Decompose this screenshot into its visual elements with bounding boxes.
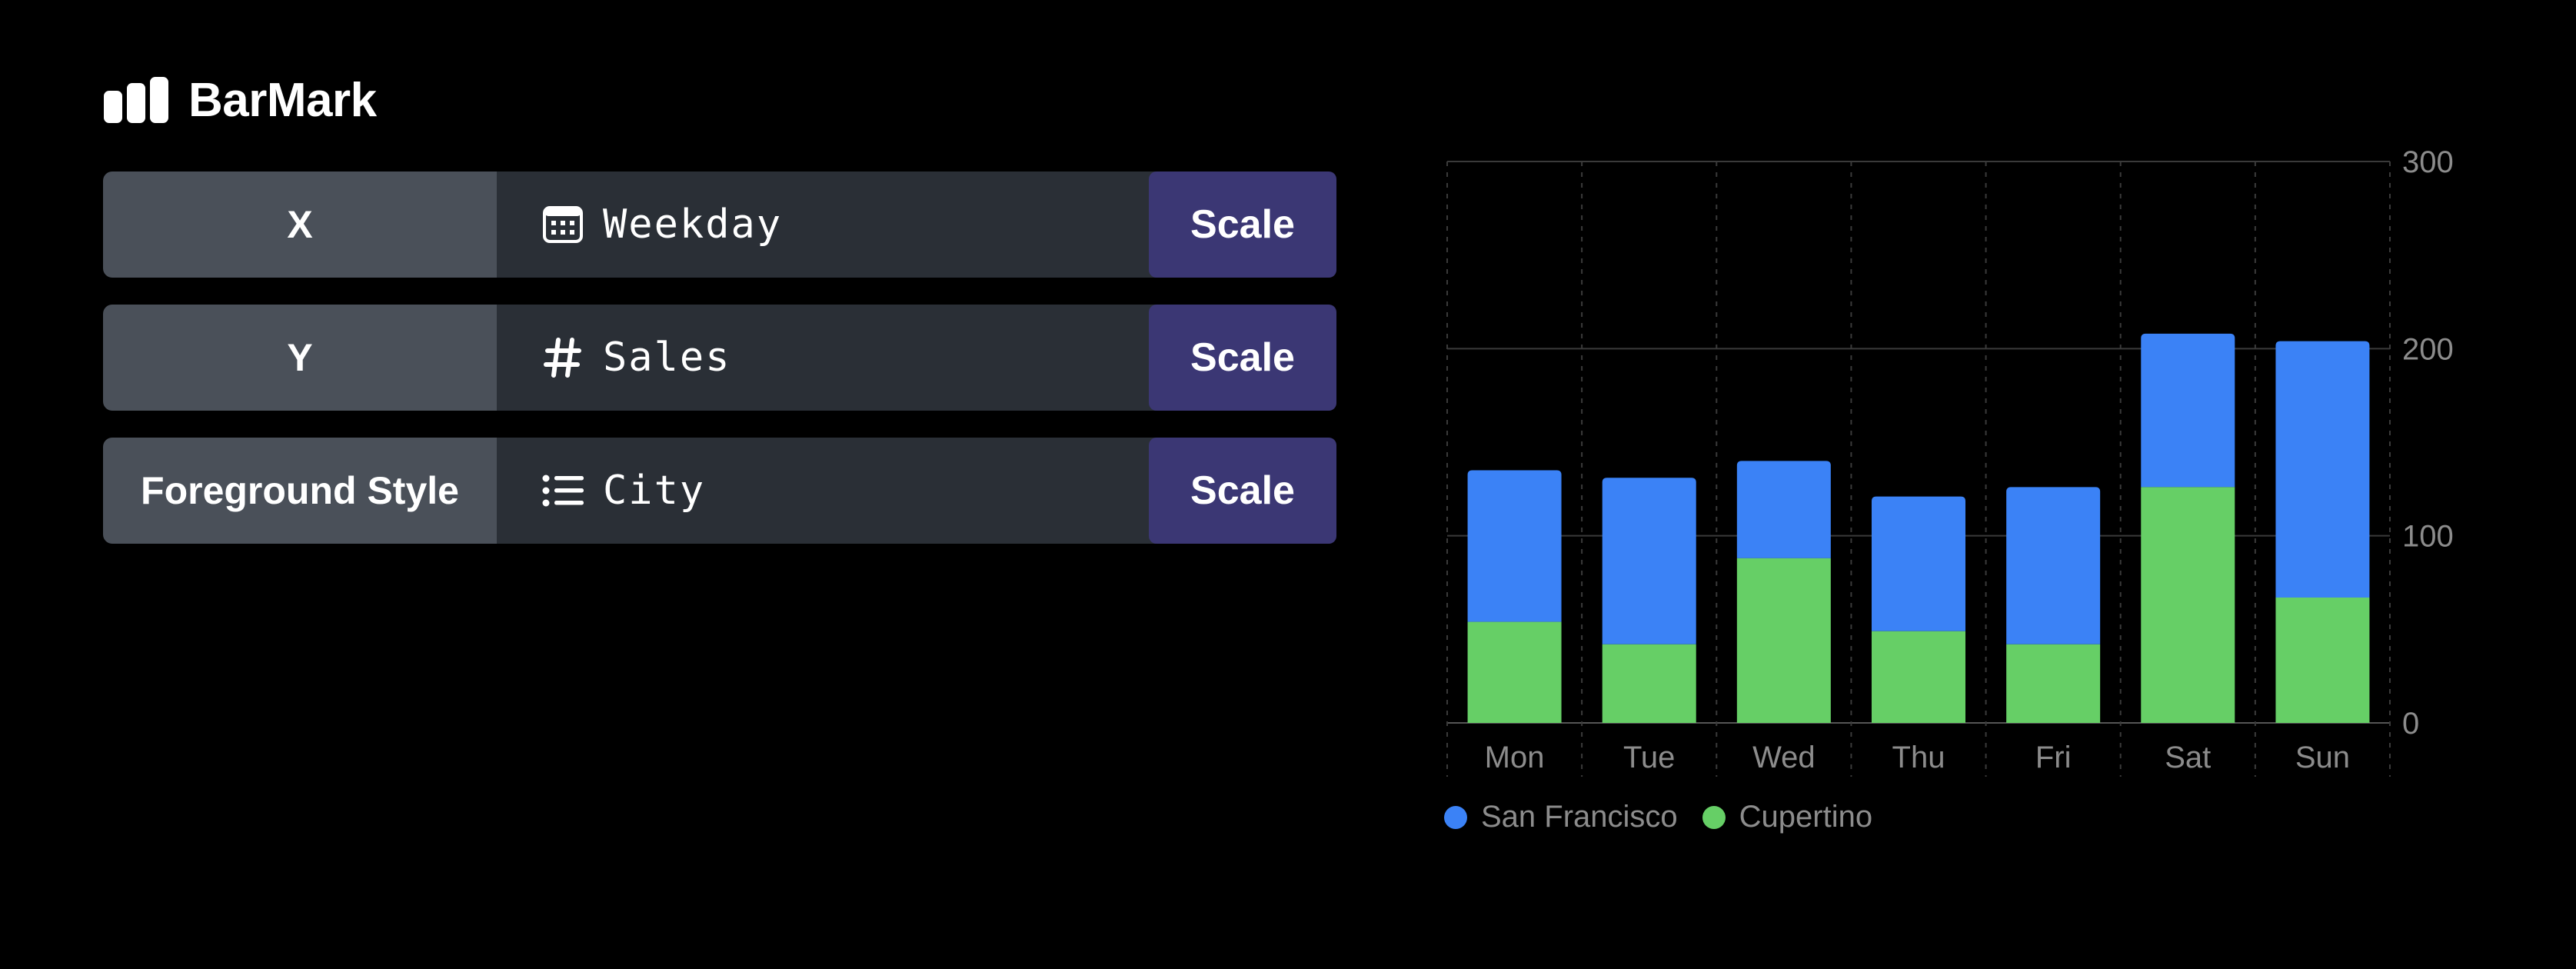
legend-label-san-francisco: San Francisco [1481,800,1678,834]
legend-label-cupertino: Cupertino [1739,800,1873,834]
legend-item-san-francisco: San Francisco [1444,800,1678,834]
chart-legend: San Francisco Cupertino [1444,800,1897,834]
calendar-icon [540,205,586,244]
field-name: City [603,468,706,514]
x-tick-label: Wed [1752,741,1816,774]
y-tick-label: 0 [2402,707,2419,741]
x-tick-label: Sat [2165,741,2211,774]
encoding-field-sales[interactable]: Sales [497,305,1230,411]
grid-layer [1446,161,2391,777]
x-tick-label: Sun [2295,741,2350,774]
bar-san-francisco-fri [2006,487,2101,644]
bar-cupertino-mon [1467,621,1562,723]
encoding-label-x: X [103,171,497,278]
legend-swatch-cupertino [1702,805,1726,829]
field-name: Weekday [603,201,783,248]
x-tick-label: Thu [1892,741,1945,774]
chart-title: BarMark [104,73,377,127]
x-tick-label: Fri [2035,741,2072,774]
scale-button-x[interactable]: Scale [1149,171,1336,278]
bar-cupertino-thu [1872,631,1965,723]
legend-swatch-san-francisco [1444,805,1467,829]
bar-cupertino-sun [2275,597,2370,723]
bar-cupertino-fri [2006,644,2101,723]
bar-chart-icon [104,77,168,123]
field-name: Sales [603,335,731,381]
legend-item-cupertino: Cupertino [1702,800,1872,834]
title-text: BarMark [188,73,377,127]
bar-san-francisco-tue [1602,478,1696,644]
scale-button-y[interactable]: Scale [1149,305,1336,411]
x-tick-label: Mon [1485,741,1545,774]
list-icon [540,473,586,508]
bar-cupertino-tue [1602,644,1696,723]
scale-button-foreground-style[interactable]: Scale [1149,438,1336,544]
bar-san-francisco-sun [2275,341,2370,598]
encoding-row-x: X Weekday Scale [103,171,1336,278]
bar-san-francisco-sat [2141,333,2235,488]
y-tick-label: 200 [2402,332,2454,366]
encoding-field-city[interactable]: City [497,438,1230,544]
bar-cupertino-sat [2141,487,2235,723]
bar-san-francisco-wed [1736,461,1831,558]
y-tick-label: 100 [2402,520,2454,554]
encoding-label-foreground-style: Foreground Style [103,438,497,544]
bar-san-francisco-mon [1467,470,1562,622]
number-sign-icon [540,337,586,378]
bar-cupertino-wed [1736,558,1831,723]
encoding-row-foreground-style: Foreground Style City Scale [103,438,1336,544]
encoding-field-weekday[interactable]: Weekday [497,171,1230,278]
bar-san-francisco-thu [1872,496,1965,631]
encoding-label-y: Y [103,305,497,411]
bars-layer [1467,333,2370,723]
axis-layer: 0 100 200 300 Mon Tue Wed Thu Fri Sat Sun [1485,145,2454,774]
x-tick-label: Tue [1623,741,1675,774]
y-tick-label: 300 [2402,145,2454,179]
encoding-row-y: Y Sales Scale [103,305,1336,411]
